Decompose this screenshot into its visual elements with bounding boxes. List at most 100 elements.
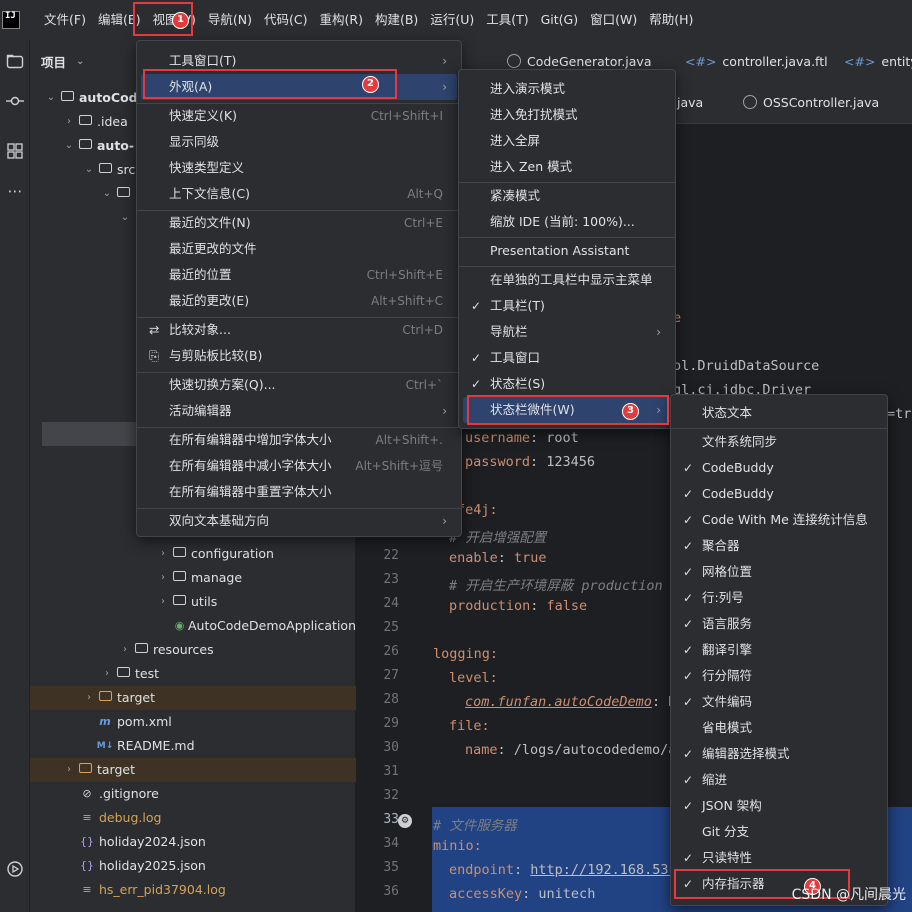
intellij-logo-icon[interactable]: IJ bbox=[2, 11, 20, 29]
menu-refactor[interactable]: 重构(R) bbox=[314, 0, 369, 40]
tree-row[interactable]: ◉ AutoCodeDemoApplication bbox=[30, 614, 356, 638]
structure-icon[interactable] bbox=[0, 136, 30, 166]
widget-line-column[interactable]: ✓ 行:列号 bbox=[675, 585, 883, 611]
gear-icon[interactable]: ⚙ bbox=[398, 814, 412, 828]
tree-row[interactable]: {} holiday2025.json bbox=[30, 854, 356, 878]
checkmark-icon: ✓ bbox=[683, 643, 694, 657]
tree-row[interactable]: › target bbox=[30, 758, 356, 782]
menu-file[interactable]: 文件(F) bbox=[38, 0, 92, 40]
chevron-right-icon[interactable]: › bbox=[118, 638, 132, 662]
menu-item-context-info[interactable]: 上下文信息(C) Alt+Q bbox=[141, 181, 457, 207]
menu-item-increase-font[interactable]: 在所有编辑器中增加字体大小 Alt+Shift+. bbox=[141, 427, 457, 453]
menu-help[interactable]: 帮助(H) bbox=[643, 0, 699, 40]
widget-codebuddy[interactable]: ✓ CodeBuddy bbox=[675, 455, 883, 481]
editor-tab[interactable]: <#> controller.java.ftl bbox=[685, 47, 828, 77]
menu-item-toolbar[interactable]: ✓ 工具栏(T) bbox=[463, 293, 671, 319]
code-line: username: root bbox=[465, 430, 579, 446]
menu-navigate[interactable]: 导航(N) bbox=[202, 0, 258, 40]
chevron-down-icon[interactable]: ⌄ bbox=[44, 86, 58, 110]
menu-item-recent-files[interactable]: 最近的文件(N) Ctrl+E bbox=[141, 210, 457, 236]
widget-aggregator[interactable]: ✓ 聚合器 bbox=[675, 533, 883, 559]
more-tools-icon[interactable]: ⋯ bbox=[0, 176, 30, 206]
services-icon[interactable] bbox=[0, 854, 30, 884]
menu-item-fullscreen[interactable]: 进入全屏 bbox=[463, 128, 671, 154]
tree-row[interactable]: ≡ hs_err_pid37904.log bbox=[30, 878, 356, 902]
tree-row[interactable]: M↓ README.md bbox=[30, 734, 356, 758]
menu-item-tool-window-bars[interactable]: ✓ 工具窗口 bbox=[463, 345, 671, 371]
menu-item-quick-switch[interactable]: 快速切换方案(Q)... Ctrl+` bbox=[141, 372, 457, 398]
tree-row[interactable]: › resources bbox=[30, 638, 356, 662]
widget-codebuddy-2[interactable]: ✓ CodeBuddy bbox=[675, 481, 883, 507]
widget-power-save[interactable]: 省电模式 bbox=[675, 715, 883, 741]
menu-item-compare-with[interactable]: ⇄ 比较对象... Ctrl+D bbox=[141, 317, 457, 343]
chevron-down-icon[interactable]: ⌄ bbox=[100, 182, 114, 206]
menu-run[interactable]: 运行(U) bbox=[424, 0, 480, 40]
menu-item-quick-type-definition[interactable]: 快速类型定义 bbox=[141, 155, 457, 181]
widget-readonly[interactable]: ✓ 只读特性 bbox=[675, 845, 883, 871]
menu-item-active-editor[interactable]: 活动编辑器 › bbox=[141, 398, 457, 424]
tree-row[interactable]: m pom.xml bbox=[30, 710, 356, 734]
tree-row[interactable]: › target bbox=[30, 686, 356, 710]
menu-item-compare-clipboard[interactable]: ⎘ 与剪贴板比较(B) bbox=[141, 343, 457, 369]
menu-item-bidi-direction[interactable]: 双向文本基础方向 › bbox=[141, 508, 457, 534]
menu-item-recent-locations[interactable]: 最近的位置 Ctrl+Shift+E bbox=[141, 262, 457, 288]
menu-item-label: 在所有编辑器中减小字体大小 bbox=[169, 458, 332, 473]
widget-grid-position[interactable]: ✓ 网格位置 bbox=[675, 559, 883, 585]
chevron-right-icon[interactable]: › bbox=[156, 590, 170, 614]
widget-file-encoding[interactable]: ✓ 文件编码 bbox=[675, 689, 883, 715]
menu-window[interactable]: 窗口(W) bbox=[584, 0, 643, 40]
widget-json-schema[interactable]: ✓ JSON 架构 bbox=[675, 793, 883, 819]
menu-item-status-bar[interactable]: ✓ 状态栏(S) bbox=[463, 371, 671, 397]
chevron-right-icon[interactable]: › bbox=[62, 758, 76, 782]
tree-row[interactable]: ⊘ .gitignore bbox=[30, 782, 356, 806]
tree-row[interactable]: ≡ debug.log bbox=[30, 806, 356, 830]
chevron-right-icon[interactable]: › bbox=[156, 566, 170, 590]
tree-row[interactable]: {} holiday2024.json bbox=[30, 830, 356, 854]
menu-item-recent-changes[interactable]: 最近的更改(E) Alt+Shift+C bbox=[141, 288, 457, 314]
widget-status-text[interactable]: 状态文本 bbox=[675, 400, 883, 426]
menu-item-zen-mode[interactable]: 进入 Zen 模式 bbox=[463, 154, 671, 180]
menu-item-show-siblings[interactable]: 显示同级 bbox=[141, 129, 457, 155]
widget-fs-sync[interactable]: 文件系统同步 bbox=[675, 429, 883, 455]
tree-row[interactable]: › test bbox=[30, 662, 356, 686]
editor-tab[interactable]: OSSController.java bbox=[743, 88, 879, 118]
widget-selection-mode[interactable]: ✓ 编辑器选择模式 bbox=[675, 741, 883, 767]
menu-git[interactable]: Git(G) bbox=[535, 0, 585, 40]
chevron-right-icon[interactable]: › bbox=[82, 686, 96, 710]
menu-item-compact-mode[interactable]: 紧凑模式 bbox=[463, 183, 671, 209]
menu-item-recently-changed[interactable]: 最近更改的文件 bbox=[141, 236, 457, 262]
chevron-right-icon[interactable]: › bbox=[62, 110, 76, 134]
menu-item-separate-main-menu[interactable]: 在单独的工具栏中显示主菜单 bbox=[463, 267, 671, 293]
commit-icon[interactable] bbox=[0, 86, 30, 116]
widget-language-services[interactable]: ✓ 语言服务 bbox=[675, 611, 883, 637]
chevron-right-icon[interactable]: › bbox=[100, 662, 114, 686]
chevron-right-icon[interactable]: › bbox=[156, 542, 170, 566]
menu-item-dnd-mode[interactable]: 进入免打扰模式 bbox=[463, 102, 671, 128]
widget-line-separator[interactable]: ✓ 行分隔符 bbox=[675, 663, 883, 689]
widget-indent[interactable]: ✓ 缩进 bbox=[675, 767, 883, 793]
menu-tools[interactable]: 工具(T) bbox=[480, 0, 534, 40]
menu-item-presentation-mode[interactable]: 进入演示模式 bbox=[463, 76, 671, 102]
menu-item-quick-definition[interactable]: 快速定义(K) Ctrl+Shift+I bbox=[141, 103, 457, 129]
menu-shortcut: Alt+Shift+C bbox=[370, 294, 443, 308]
widget-code-with-me[interactable]: ✓ Code With Me 连接统计信息 bbox=[675, 507, 883, 533]
chevron-down-icon[interactable]: ⌄ bbox=[76, 56, 84, 67]
chevron-down-icon[interactable]: ⌄ bbox=[82, 158, 96, 182]
tree-row[interactable]: › configuration bbox=[30, 542, 356, 566]
menu-item-presentation-assistant[interactable]: Presentation Assistant bbox=[463, 238, 671, 264]
menu-item-decrease-font[interactable]: 在所有编辑器中减小字体大小 Alt+Shift+逗号 bbox=[141, 453, 457, 479]
menu-item-navigation-bar[interactable]: 导航栏 › bbox=[463, 319, 671, 345]
chevron-down-icon[interactable]: ⌄ bbox=[118, 206, 132, 230]
tree-row[interactable]: › utils bbox=[30, 590, 356, 614]
editor-tab[interactable]: .java bbox=[673, 88, 703, 118]
menu-item-zoom-ide[interactable]: 缩放 IDE (当前: 100%)... bbox=[463, 209, 671, 235]
widget-git-branch[interactable]: Git 分支 bbox=[675, 819, 883, 845]
menu-item-reset-font[interactable]: 在所有编辑器中重置字体大小 bbox=[141, 479, 457, 505]
menu-build[interactable]: 构建(B) bbox=[369, 0, 424, 40]
chevron-down-icon[interactable]: ⌄ bbox=[62, 134, 76, 158]
project-folder-icon[interactable] bbox=[0, 46, 30, 76]
menu-code[interactable]: 代码(C) bbox=[258, 0, 313, 40]
editor-tab[interactable]: <#> entity.java bbox=[844, 47, 912, 77]
widget-translation-engine[interactable]: ✓ 翻译引擎 bbox=[675, 637, 883, 663]
tree-row[interactable]: › manage bbox=[30, 566, 356, 590]
